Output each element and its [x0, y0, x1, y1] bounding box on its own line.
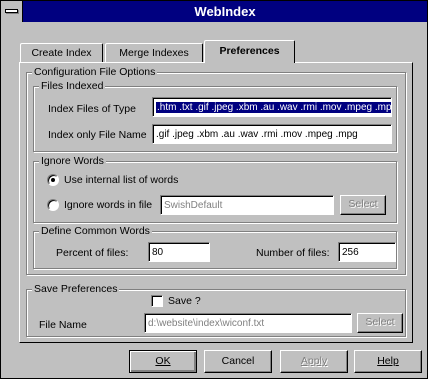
- window-title: WebIndex: [194, 4, 256, 19]
- use-internal-list-label[interactable]: Use internal list of words: [64, 173, 178, 187]
- save-checkbox[interactable]: [151, 295, 163, 307]
- ok-button[interactable]: OK: [129, 350, 197, 373]
- index-files-of-type-value: .htm .txt .gif .jpeg .xbm .au .wav .rmi …: [156, 102, 391, 113]
- files-indexed-label: Files Indexed: [39, 79, 106, 93]
- index-only-file-name-input[interactable]: .gif .jpeg .xbm .au .wav .rmi .mov .mpeg…: [152, 124, 392, 144]
- cancel-button[interactable]: Cancel: [204, 350, 272, 373]
- help-button-label: Help: [377, 355, 399, 367]
- tab-preferences[interactable]: Preferences: [204, 40, 295, 63]
- index-only-file-name-label: Index only File Name: [48, 129, 147, 141]
- ignore-words-select-button[interactable]: Select: [340, 195, 386, 215]
- index-files-of-type-input[interactable]: .htm .txt .gif .jpeg .xbm .au .wav .rmi …: [152, 97, 392, 117]
- index-files-of-type-label: Index Files of Type: [48, 103, 136, 115]
- file-name-input[interactable]: d:\website\index\wiconf.txt: [144, 313, 352, 333]
- config-file-options-label: Configuration File Options: [32, 65, 158, 79]
- system-menu-button[interactable]: [1, 1, 23, 22]
- save-preferences-label: Save Preferences: [32, 282, 120, 296]
- ignore-words-file-input[interactable]: SwishDefault: [160, 195, 334, 215]
- percent-of-files-input[interactable]: 80: [148, 242, 210, 262]
- tab-create-index-label: Create Index: [31, 47, 92, 59]
- ignore-words-in-file-label[interactable]: Ignore words in file: [64, 198, 152, 212]
- file-name-label: File Name: [39, 319, 87, 331]
- help-button[interactable]: Help: [354, 350, 422, 373]
- number-of-files-label: Number of files:: [256, 247, 330, 259]
- ignore-words-group: Ignore Words Use internal list of words …: [33, 154, 397, 223]
- tab-preferences-label: Preferences: [219, 45, 280, 57]
- webindex-window: WebIndex Create Index Merge Indexes Pref…: [0, 0, 428, 379]
- apply-button[interactable]: Apply: [280, 350, 348, 373]
- save-preferences-group: Save Preferences Save ? File Name d:\web…: [26, 282, 406, 337]
- percent-of-files-label: Percent of files:: [56, 247, 129, 259]
- use-internal-list-radio[interactable]: [47, 174, 59, 186]
- number-of-files-input[interactable]: 256: [338, 242, 396, 262]
- save-checkbox-label[interactable]: Save ?: [168, 294, 201, 308]
- tab-create-index[interactable]: Create Index: [20, 43, 103, 63]
- define-common-words-label: Define Common Words: [39, 224, 152, 238]
- ignore-words-in-file-radio[interactable]: [47, 199, 59, 211]
- apply-button-label: Apply: [300, 355, 328, 367]
- ignore-words-label: Ignore Words: [39, 154, 106, 168]
- tab-merge-indexes[interactable]: Merge Indexes: [105, 43, 203, 63]
- save-file-select-button[interactable]: Select: [357, 313, 403, 333]
- files-indexed-group: Files Indexed Index Files of Type .htm .…: [33, 79, 397, 152]
- define-common-words-group: Define Common Words Percent of files: 80…: [33, 224, 397, 269]
- tab-merge-indexes-label: Merge Indexes: [119, 47, 189, 59]
- title-bar[interactable]: WebIndex: [1, 1, 427, 22]
- preferences-panel: Configuration File Options Files Indexed…: [19, 62, 413, 343]
- ok-button-label: OK: [155, 355, 171, 367]
- radio-selected-dot: [51, 178, 55, 182]
- system-menu-icon: [5, 9, 18, 13]
- config-file-options-group: Configuration File Options Files Indexed…: [26, 65, 406, 275]
